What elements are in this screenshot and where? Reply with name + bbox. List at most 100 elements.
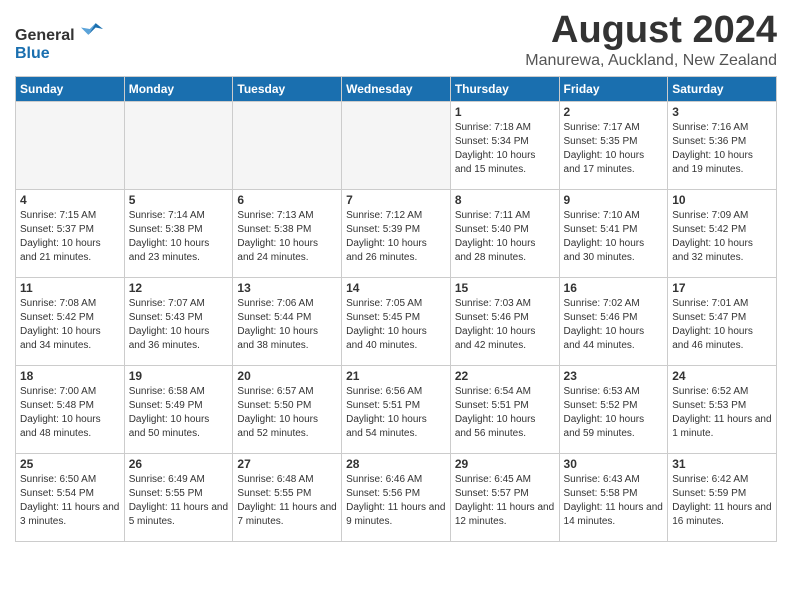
title-area: August 2024 Manurewa, Auckland, New Zeal… (525, 10, 777, 70)
calendar-cell: 12 Sunrise: 7:07 AMSunset: 5:43 PMDayligh… (124, 277, 233, 365)
day-number: 31 (672, 457, 772, 471)
day-detail: Sunrise: 6:48 AMSunset: 5:55 PMDaylight:… (237, 473, 337, 529)
calendar-cell: 8 Sunrise: 7:11 AMSunset: 5:40 PMDaylight… (450, 189, 559, 277)
header-sunday: Sunday (16, 76, 125, 101)
calendar-cell: 3 Sunrise: 7:16 AMSunset: 5:36 PMDaylight… (668, 101, 777, 189)
day-number: 30 (564, 457, 664, 471)
month-title: August 2024 (525, 10, 777, 52)
calendar-cell: 19 Sunrise: 6:58 AMSunset: 5:49 PMDayligh… (124, 365, 233, 453)
day-detail: Sunrise: 7:06 AMSunset: 5:44 PMDaylight:… (237, 297, 337, 353)
calendar-cell (124, 101, 233, 189)
calendar-cell: 10 Sunrise: 7:09 AMSunset: 5:42 PMDayligh… (668, 189, 777, 277)
day-detail: Sunrise: 6:50 AMSunset: 5:54 PMDaylight:… (20, 473, 120, 529)
day-detail: Sunrise: 7:03 AMSunset: 5:46 PMDaylight:… (455, 297, 555, 353)
logo-text-general: General (15, 27, 75, 44)
day-number: 8 (455, 193, 555, 207)
day-detail: Sunrise: 6:46 AMSunset: 5:56 PMDaylight:… (346, 473, 446, 529)
day-number: 24 (672, 369, 772, 383)
calendar-table: Sunday Monday Tuesday Wednesday Thursday… (15, 76, 777, 542)
day-number: 17 (672, 281, 772, 295)
day-number: 2 (564, 105, 664, 119)
day-detail: Sunrise: 7:16 AMSunset: 5:36 PMDaylight:… (672, 121, 772, 177)
day-detail: Sunrise: 6:58 AMSunset: 5:49 PMDaylight:… (129, 385, 229, 441)
day-number: 28 (346, 457, 446, 471)
weekday-header-row: Sunday Monday Tuesday Wednesday Thursday… (16, 76, 777, 101)
day-detail: Sunrise: 7:14 AMSunset: 5:38 PMDaylight:… (129, 209, 229, 265)
day-detail: Sunrise: 6:53 AMSunset: 5:52 PMDaylight:… (564, 385, 664, 441)
day-detail: Sunrise: 7:02 AMSunset: 5:46 PMDaylight:… (564, 297, 664, 353)
calendar-cell: 11 Sunrise: 7:08 AMSunset: 5:42 PMDayligh… (16, 277, 125, 365)
day-number: 3 (672, 105, 772, 119)
calendar-cell: 7 Sunrise: 7:12 AMSunset: 5:39 PMDaylight… (342, 189, 451, 277)
day-detail: Sunrise: 7:12 AMSunset: 5:39 PMDaylight:… (346, 209, 446, 265)
day-number: 21 (346, 369, 446, 383)
day-detail: Sunrise: 7:05 AMSunset: 5:45 PMDaylight:… (346, 297, 446, 353)
day-number: 1 (455, 105, 555, 119)
calendar-cell: 24 Sunrise: 6:52 AMSunset: 5:53 PMDayligh… (668, 365, 777, 453)
day-detail: Sunrise: 6:52 AMSunset: 5:53 PMDaylight:… (672, 385, 772, 441)
day-detail: Sunrise: 6:45 AMSunset: 5:57 PMDaylight:… (455, 473, 555, 529)
day-number: 18 (20, 369, 120, 383)
day-detail: Sunrise: 7:10 AMSunset: 5:41 PMDaylight:… (564, 209, 664, 265)
day-number: 22 (455, 369, 555, 383)
day-number: 5 (129, 193, 229, 207)
day-number: 26 (129, 457, 229, 471)
calendar-cell: 16 Sunrise: 7:02 AMSunset: 5:46 PMDayligh… (559, 277, 668, 365)
day-detail: Sunrise: 6:43 AMSunset: 5:58 PMDaylight:… (564, 473, 664, 529)
calendar-cell: 2Sunrise: 7:17 AMSunset: 5:35 PMDaylight… (559, 101, 668, 189)
location-title: Manurewa, Auckland, New Zealand (525, 52, 777, 70)
calendar-cell: 31Sunrise: 6:42 AMSunset: 5:59 PMDayligh… (668, 453, 777, 541)
day-number: 7 (346, 193, 446, 207)
day-number: 20 (237, 369, 337, 383)
day-detail: Sunrise: 6:56 AMSunset: 5:51 PMDaylight:… (346, 385, 446, 441)
calendar-cell: 15Sunrise: 7:03 AMSunset: 5:46 PMDayligh… (450, 277, 559, 365)
calendar-cell: 4Sunrise: 7:15 AMSunset: 5:37 PMDaylight… (16, 189, 125, 277)
calendar-cell: 23 Sunrise: 6:53 AMSunset: 5:52 PMDayligh… (559, 365, 668, 453)
week-row-2: 4Sunrise: 7:15 AMSunset: 5:37 PMDaylight… (16, 189, 777, 277)
day-number: 4 (20, 193, 120, 207)
day-number: 23 (564, 369, 664, 383)
header: General Blue August 2024 Manurewa, Auckl… (15, 10, 777, 70)
logo-text-blue: Blue (15, 45, 50, 62)
calendar-cell: 13 Sunrise: 7:06 AMSunset: 5:44 PMDayligh… (233, 277, 342, 365)
day-detail: Sunrise: 7:07 AMSunset: 5:43 PMDaylight:… (129, 297, 229, 353)
day-detail: Sunrise: 7:09 AMSunset: 5:42 PMDaylight:… (672, 209, 772, 265)
day-number: 12 (129, 281, 229, 295)
day-detail: Sunrise: 7:08 AMSunset: 5:42 PMDaylight:… (20, 297, 120, 353)
calendar-cell: 27 Sunrise: 6:48 AMSunset: 5:55 PMDayligh… (233, 453, 342, 541)
calendar-cell (233, 101, 342, 189)
header-monday: Monday (124, 76, 233, 101)
day-detail: Sunrise: 7:01 AMSunset: 5:47 PMDaylight:… (672, 297, 772, 353)
day-number: 11 (20, 281, 120, 295)
header-tuesday: Tuesday (233, 76, 342, 101)
calendar-cell: 26 Sunrise: 6:49 AMSunset: 5:55 PMDayligh… (124, 453, 233, 541)
calendar-cell: 28 Sunrise: 6:46 AMSunset: 5:56 PMDayligh… (342, 453, 451, 541)
logo-bird-icon (81, 18, 103, 40)
day-detail: Sunrise: 7:11 AMSunset: 5:40 PMDaylight:… (455, 209, 555, 265)
week-row-4: 18 Sunrise: 7:00 AMSunset: 5:48 PMDayligh… (16, 365, 777, 453)
day-number: 10 (672, 193, 772, 207)
day-number: 13 (237, 281, 337, 295)
calendar-cell: 22 Sunrise: 6:54 AMSunset: 5:51 PMDayligh… (450, 365, 559, 453)
header-saturday: Saturday (668, 76, 777, 101)
day-detail: Sunrise: 6:49 AMSunset: 5:55 PMDaylight:… (129, 473, 229, 529)
day-detail: Sunrise: 6:54 AMSunset: 5:51 PMDaylight:… (455, 385, 555, 441)
header-wednesday: Wednesday (342, 76, 451, 101)
header-friday: Friday (559, 76, 668, 101)
week-row-5: 25 Sunrise: 6:50 AMSunset: 5:54 PMDayligh… (16, 453, 777, 541)
day-number: 29 (455, 457, 555, 471)
calendar-cell: 9Sunrise: 7:10 AMSunset: 5:41 PMDaylight… (559, 189, 668, 277)
calendar-cell (16, 101, 125, 189)
calendar-cell: 29 Sunrise: 6:45 AMSunset: 5:57 PMDayligh… (450, 453, 559, 541)
day-number: 19 (129, 369, 229, 383)
day-number: 16 (564, 281, 664, 295)
day-number: 27 (237, 457, 337, 471)
calendar-cell: 20Sunrise: 6:57 AMSunset: 5:50 PMDayligh… (233, 365, 342, 453)
header-thursday: Thursday (450, 76, 559, 101)
logo: General Blue (15, 18, 103, 63)
calendar-cell: 21 Sunrise: 6:56 AMSunset: 5:51 PMDayligh… (342, 365, 451, 453)
day-number: 25 (20, 457, 120, 471)
calendar-cell (342, 101, 451, 189)
day-detail: Sunrise: 7:00 AMSunset: 5:48 PMDaylight:… (20, 385, 120, 441)
calendar-cell: 6Sunrise: 7:13 AMSunset: 5:38 PMDaylight… (233, 189, 342, 277)
